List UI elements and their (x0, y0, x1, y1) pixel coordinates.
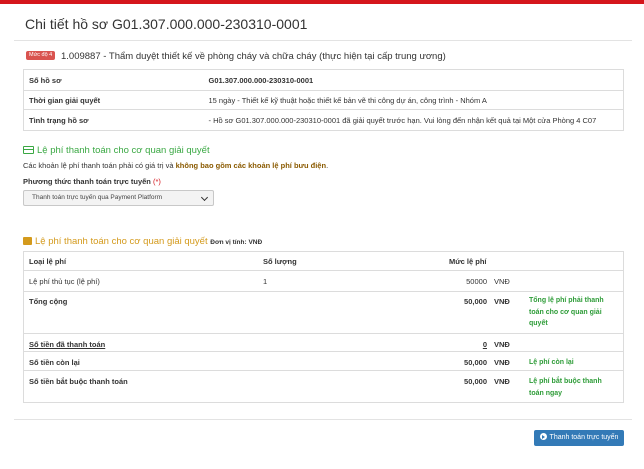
money-icon (23, 237, 32, 245)
info-label: Thời gian giải quyết (23, 90, 204, 110)
fee-remaining-row: Số tiền còn lại 50,000 VNĐ Lệ phí còn lạ… (24, 351, 623, 370)
total-currency: VNĐ (494, 297, 510, 306)
dossier-number-value: G01.307.000.000-230310-0001 (208, 75, 314, 85)
header-fee-type: Loại lệ phí (29, 257, 67, 266)
fee-paid-row: Số tiền đã thanh toán 0 VNĐ (24, 333, 623, 351)
remaining-currency: VNĐ (494, 358, 510, 367)
remaining-label: Số tiền còn lại (29, 358, 80, 367)
fee-item-quantity: 1 (263, 277, 268, 286)
fee-item-currency: VNĐ (494, 277, 510, 286)
fee-item-row: Lệ phí thủ tục (lệ phí) 1 50000 VNĐ (24, 270, 623, 291)
info-row-status: Tình trạng hồ sơ - Hồ sơ G01.307.000.000… (23, 109, 624, 131)
required-amount: 50,000 (464, 377, 487, 386)
level-badge: Mức độ 4 (26, 51, 56, 60)
procedure-title: 1.009887 - Thẩm duyệt thiết kế về phòng … (61, 51, 446, 62)
fee-table: Loại lệ phí Số lượng Mức lệ phí Lệ phí t… (23, 251, 624, 403)
paid-amount: 0 (482, 340, 487, 349)
currency-unit: Đơn vị tính: VNĐ (210, 239, 263, 246)
required-currency: VNĐ (494, 377, 510, 386)
fee-total-row: Tổng cộng 50,000 VNĐ Tổng lệ phí phải th… (24, 291, 623, 333)
remaining-amount: 50,000 (464, 358, 487, 367)
page-title: Chi tiết hồ sơ G01.307.000.000-230310-00… (25, 16, 308, 32)
header-quantity: Số lượng (263, 257, 297, 266)
payment-method-label: Phương thức thanh toán trực tuyến (*) (23, 177, 161, 186)
required-marker: (*) (152, 177, 161, 186)
paid-label: Số tiền đã thanh toán (29, 340, 106, 349)
chevron-down-icon (200, 193, 209, 202)
dossier-info-table: Số hồ sơ G01.307.000.000-230310-0001 Thờ… (23, 69, 624, 131)
remaining-note: Lệ phí còn lại (529, 359, 574, 366)
total-label: Tổng cộng (29, 297, 68, 306)
title-divider (14, 40, 632, 41)
fee-required-row: Số tiền bắt buộc thanh toán 50,000 VNĐ L… (24, 370, 623, 402)
total-amount: 50,000 (464, 297, 487, 306)
header-fee-amount: Mức lệ phí (449, 257, 487, 266)
info-row-dossier-number: Số hồ sơ G01.307.000.000-230310-0001 (24, 70, 624, 91)
required-label: Số tiền bắt buộc thanh toán (29, 377, 128, 386)
total-note: Tổng lệ phí phải thanh toán cho cơ quan … (529, 297, 604, 327)
top-accent-bar (0, 0, 644, 4)
payment-section-title: Lệ phí thanh toán cho cơ quan giải quyết (23, 145, 210, 156)
fee-item-amount: 50000 (466, 277, 487, 286)
info-label: Số hồ sơ (29, 75, 62, 85)
fee-section-title: Lệ phí thanh toán cho cơ quan giải quyết… (23, 236, 262, 247)
required-note: Lệ phí bắt buộc thanh toán ngay (529, 378, 602, 397)
arrow-circle-right-icon (539, 433, 547, 440)
footer-divider (14, 419, 632, 420)
info-label: Tình trạng hồ sơ (23, 109, 204, 131)
fee-item-type: Lệ phí thủ tục (lệ phí) (29, 277, 100, 286)
credit-card-icon (23, 146, 34, 154)
info-row-processing-time: Thời gian giải quyết 15 ngày - Thiết kế … (23, 90, 624, 110)
pay-online-button[interactable]: Thanh toán trực tuyến (534, 430, 624, 446)
payment-note: Các khoản lệ phí thanh toán phải có giá … (23, 161, 329, 170)
status-value: - Hồ sơ G01.307.000.000-230310-0001 đã g… (203, 109, 624, 131)
payment-method-select[interactable]: Thanh toán trực tuyến qua Payment Platfo… (23, 190, 214, 206)
processing-time-value: 15 ngày - Thiết kế kỹ thuật hoặc thiết k… (203, 90, 624, 110)
paid-currency: VNĐ (494, 340, 510, 349)
fee-table-header: Loại lệ phí Số lượng Mức lệ phí (24, 252, 623, 270)
